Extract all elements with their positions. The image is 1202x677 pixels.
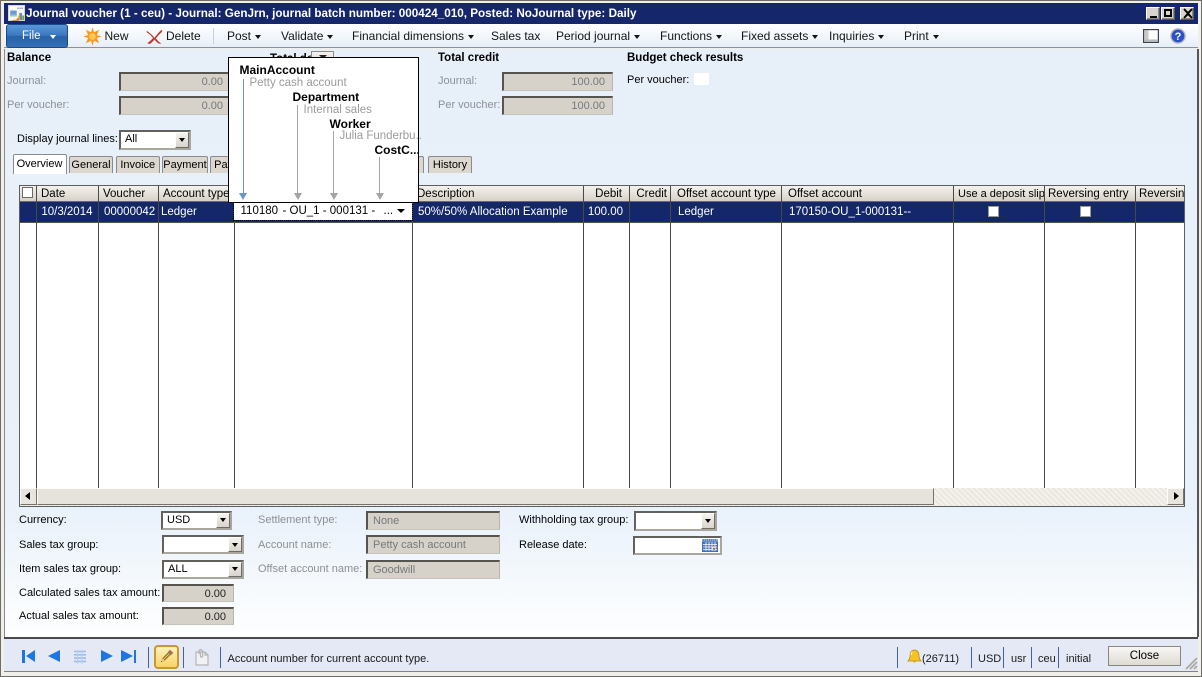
svg-text:?: ? [1175,31,1182,43]
